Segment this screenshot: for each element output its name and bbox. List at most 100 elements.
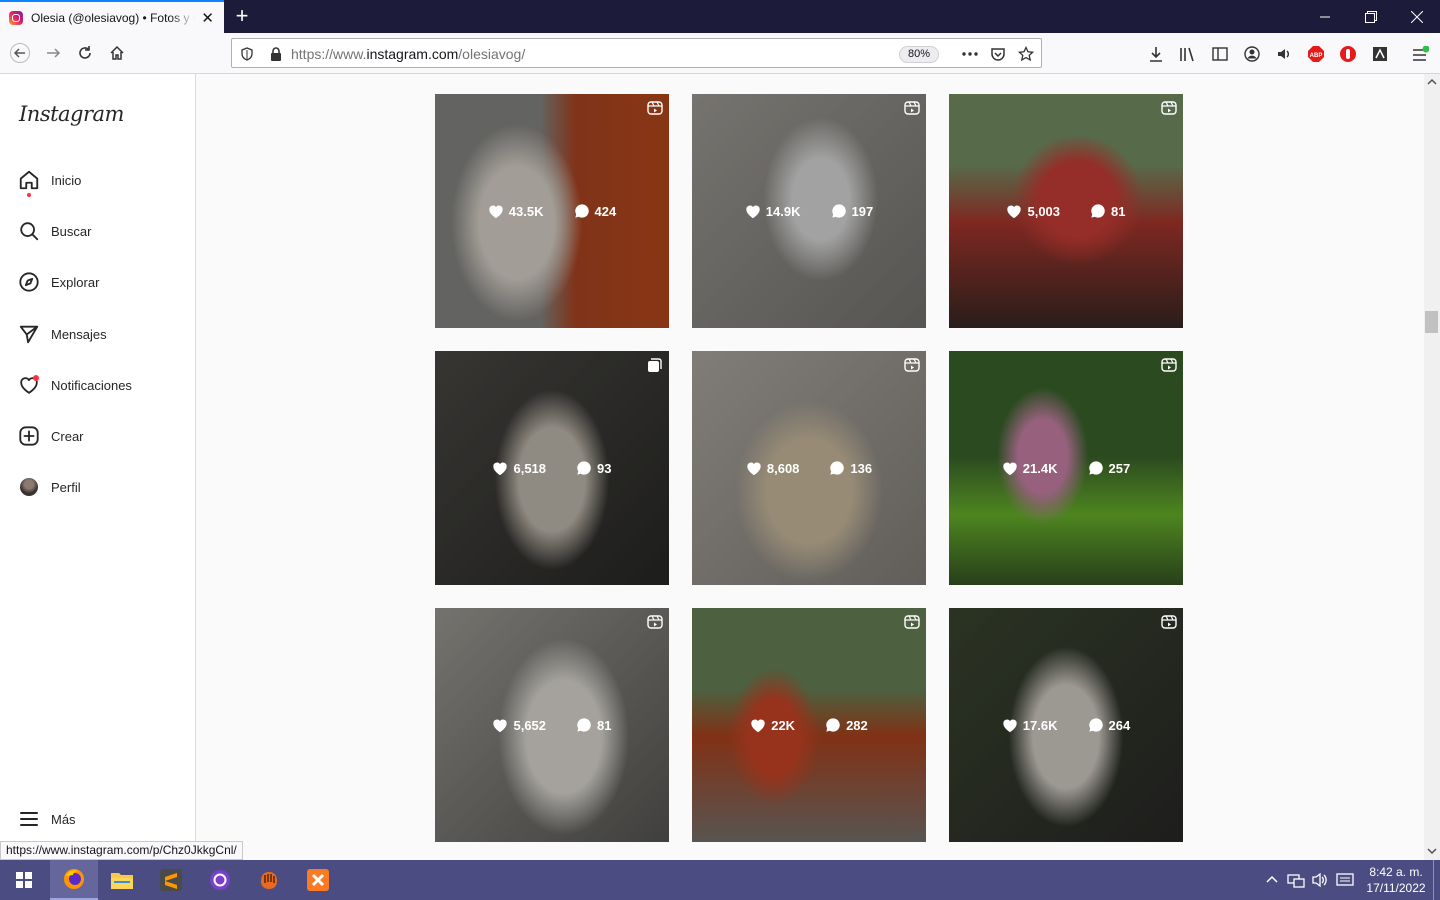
back-arrow-icon xyxy=(10,43,30,63)
xampp-icon xyxy=(307,869,329,891)
library-icon[interactable] xyxy=(1177,43,1199,65)
post-hover-overlay: 14.9K 197 xyxy=(692,94,926,328)
sidebar-item-inicio[interactable]: Inicio xyxy=(17,165,82,197)
bookmark-star-icon[interactable] xyxy=(1016,44,1036,64)
reel-icon xyxy=(904,614,920,630)
url-text[interactable]: https://www.instagram.com/olesiavog/ xyxy=(291,46,525,62)
plus-square-icon xyxy=(17,424,41,448)
adblock-plus-icon[interactable]: ABP xyxy=(1305,43,1327,65)
likes-stat: 14.9K xyxy=(745,204,801,219)
comments-count: 136 xyxy=(850,460,873,476)
speaker-icon[interactable] xyxy=(1273,43,1295,65)
address-bar[interactable]: https://www.instagram.com/olesiavog/ 80% xyxy=(231,38,1042,68)
show-desktop-button[interactable] xyxy=(1433,860,1434,900)
post-tile[interactable]: 8,608 136 xyxy=(692,351,926,585)
sidebar-item-perfil[interactable]: Perfil xyxy=(17,472,81,502)
volume-icon[interactable] xyxy=(1311,871,1329,894)
page-viewport: Instagram Inicio Buscar Explorar Mensaje… xyxy=(0,74,1424,860)
likes-count: 43.5K xyxy=(508,203,544,219)
comments-count: 264 xyxy=(1108,717,1131,733)
heart-icon xyxy=(17,373,41,397)
post-hover-overlay: 6,518 93 xyxy=(435,351,669,585)
post-tile[interactable]: 21.4K 257 xyxy=(949,351,1183,585)
post-tile[interactable]: 17.6K 264 xyxy=(949,608,1183,842)
scrollbar-thumb[interactable] xyxy=(1425,311,1438,333)
comments-count: 81 xyxy=(597,717,612,733)
network-icon[interactable] xyxy=(1287,871,1305,894)
github-icon xyxy=(210,870,230,890)
comment-filled-icon xyxy=(577,718,591,732)
svg-text:ABP: ABP xyxy=(1310,53,1323,59)
comments-count: 282 xyxy=(846,717,868,733)
keyboard-icon[interactable] xyxy=(1336,871,1354,894)
forward-arrow-icon xyxy=(47,48,61,58)
taskbar-github[interactable] xyxy=(196,860,244,900)
taskbar-sublime-text[interactable] xyxy=(147,860,195,900)
heart-filled-icon xyxy=(746,205,760,218)
sidebar-item-label: Inicio xyxy=(51,172,82,188)
heart-filled-icon xyxy=(493,719,508,732)
minimize-button[interactable] xyxy=(1302,0,1348,33)
show-hidden-icons-icon[interactable] xyxy=(1265,872,1279,891)
post-tile[interactable]: 5,652 81 xyxy=(435,608,669,842)
taskbar-file-explorer[interactable] xyxy=(98,860,146,900)
post-tile[interactable]: 14.9K 197 xyxy=(692,94,926,328)
comments-count: 197 xyxy=(851,203,874,219)
instagram-logo[interactable]: Instagram xyxy=(19,102,124,126)
sidebar-item-notificaciones[interactable]: Notificaciones xyxy=(17,370,132,400)
windows-start-button[interactable] xyxy=(0,860,48,900)
reel-icon xyxy=(647,100,663,116)
page-actions-icon[interactable] xyxy=(960,44,980,64)
stop-extension-icon[interactable] xyxy=(1337,43,1359,65)
menu-hamburger-icon[interactable] xyxy=(1409,43,1431,65)
close-tab-icon[interactable]: ✕ xyxy=(201,9,214,27)
likes-count: 8,608 xyxy=(766,460,800,476)
restore-button[interactable] xyxy=(1348,0,1394,33)
comment-filled-icon xyxy=(1088,461,1103,475)
account-icon[interactable] xyxy=(1241,43,1263,65)
comment-filled-icon xyxy=(577,461,591,475)
post-tile[interactable]: 43.5K 424 xyxy=(435,94,669,328)
sidebar-toggle-icon[interactable] xyxy=(1209,43,1231,65)
home-button[interactable] xyxy=(102,39,132,67)
comment-filled-icon xyxy=(831,204,846,218)
extension-icon[interactable] xyxy=(1369,43,1391,65)
reel-icon xyxy=(904,357,920,373)
comments-stat: 81 xyxy=(576,717,612,733)
post-tile[interactable]: 6,518 93 xyxy=(435,351,669,585)
likes-count: 5,652 xyxy=(513,717,547,733)
downloads-icon[interactable] xyxy=(1145,43,1167,65)
close-window-button[interactable] xyxy=(1394,0,1440,33)
taskbar-xampp[interactable] xyxy=(294,860,342,900)
forward-button[interactable] xyxy=(38,39,68,67)
likes-stat: 8,608 xyxy=(746,460,800,476)
taskbar-firefox[interactable] xyxy=(50,860,98,900)
browser-tab[interactable]: Olesia (@olesiavog) • Fotos y videos de … xyxy=(0,0,224,33)
windows-logo-icon xyxy=(16,872,32,888)
sidebar-more-button[interactable]: Más xyxy=(17,804,76,834)
reel-icon xyxy=(1161,614,1177,630)
reload-icon xyxy=(79,46,91,59)
back-button[interactable] xyxy=(5,39,35,67)
likes-stat: 22K xyxy=(750,718,795,733)
lock-icon[interactable] xyxy=(266,44,286,64)
taskbar-clock[interactable]: 8:42 a. m. 17/11/2022 xyxy=(1364,864,1428,896)
pocket-icon[interactable] xyxy=(988,44,1008,64)
sidebar-item-buscar[interactable]: Buscar xyxy=(17,216,91,246)
likes-stat: 6,518 xyxy=(492,461,546,476)
likes-stat: 17.6K xyxy=(1002,718,1058,733)
comments-stat: 264 xyxy=(1088,717,1131,733)
post-tile[interactable]: 5,003 81 xyxy=(949,94,1183,328)
taskbar-app[interactable] xyxy=(245,860,293,900)
reload-button[interactable] xyxy=(70,39,100,67)
tracking-shield-icon[interactable] xyxy=(237,44,257,64)
likes-count: 14.9K xyxy=(765,203,801,219)
post-tile[interactable]: 22K 282 xyxy=(692,608,926,842)
vertical-scrollbar[interactable] xyxy=(1424,74,1440,860)
zoom-indicator[interactable]: 80% xyxy=(899,46,939,63)
sidebar-item-crear[interactable]: Crear xyxy=(17,421,84,451)
new-tab-button[interactable]: + xyxy=(232,3,252,29)
tab-title: Olesia (@olesiavog) • Fotos y videos de … xyxy=(31,10,195,25)
sidebar-item-explorar[interactable]: Explorar xyxy=(17,267,99,297)
sidebar-item-mensajes[interactable]: Mensajes xyxy=(17,319,107,349)
